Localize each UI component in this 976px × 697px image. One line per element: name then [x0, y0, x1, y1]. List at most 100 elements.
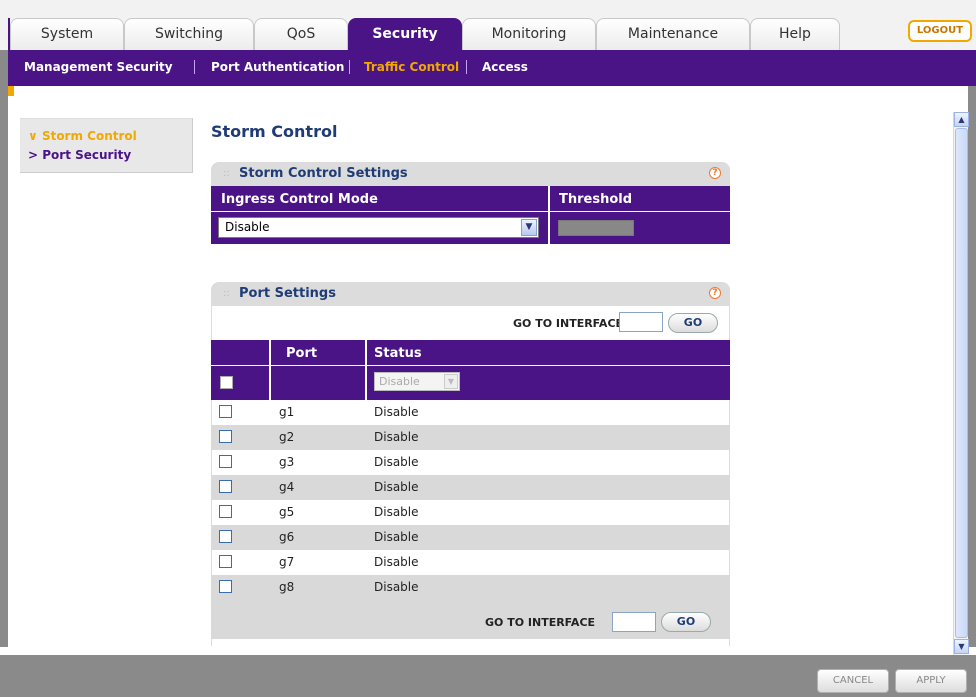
port-status: Disable — [374, 580, 419, 594]
port-status: Disable — [374, 430, 419, 444]
all-ports-status-select[interactable]: Disable ▼ — [374, 372, 460, 391]
row-checkbox[interactable] — [219, 480, 232, 493]
row-checkbox[interactable] — [219, 530, 232, 543]
footer-bar: CANCEL APPLY — [0, 655, 976, 697]
tab-monitoring[interactable]: Monitoring — [462, 18, 596, 50]
chevron-down-icon: ▼ — [444, 374, 458, 389]
table-row[interactable]: g2 Disable — [211, 425, 730, 450]
ingress-mode-select[interactable]: Disable ▼ — [218, 217, 539, 238]
apply-button[interactable]: APPLY — [895, 669, 967, 693]
grip-icon: :: — [223, 288, 230, 299]
port-settings-title: Port Settings — [239, 286, 336, 301]
subnav-separator — [194, 60, 195, 74]
tab-help[interactable]: Help — [750, 18, 840, 50]
subnav-port-authentication[interactable]: Port Authentication — [211, 60, 344, 74]
help-icon[interactable]: ? — [709, 167, 721, 179]
row-divider — [211, 211, 730, 212]
storm-settings-table: Ingress Control Mode Threshold Disable ▼ — [211, 186, 730, 244]
grip-icon: :: — [223, 168, 230, 179]
goto-interface-input[interactable] — [619, 312, 663, 332]
port-name: g5 — [279, 505, 295, 519]
subnav-accent — [8, 86, 14, 96]
table-row[interactable]: g1 Disable — [211, 400, 730, 425]
table-row[interactable]: g3 Disable — [211, 450, 730, 475]
goto-interface-label: GO TO INTERFACE — [485, 616, 596, 629]
subnav-separator — [349, 60, 350, 74]
port-settings-header: :: Port Settings ? — [211, 282, 730, 306]
side-item-label: Port Security — [42, 148, 132, 162]
threshold-input[interactable] — [558, 220, 634, 236]
port-status: Disable — [374, 455, 419, 469]
help-icon[interactable]: ? — [709, 287, 721, 299]
goto-interface-input[interactable] — [612, 612, 656, 632]
sub-navigation: Management Security Port Authentication … — [8, 50, 976, 86]
table-row[interactable]: g5 Disable — [211, 500, 730, 525]
scrollbar-thumb[interactable] — [955, 128, 968, 638]
port-name: g4 — [279, 480, 295, 494]
row-divider — [211, 365, 730, 366]
port-name: g8 — [279, 580, 295, 594]
row-checkbox[interactable] — [219, 405, 232, 418]
table-row[interactable]: g7 Disable — [211, 550, 730, 575]
column-divider — [548, 186, 550, 244]
column-divider — [269, 340, 271, 400]
chevron-right-icon: > — [28, 148, 39, 162]
port-status: Disable — [374, 530, 419, 544]
row-checkbox[interactable] — [219, 555, 232, 568]
row-checkbox[interactable] — [219, 455, 232, 468]
storm-settings-title: Storm Control Settings — [239, 166, 408, 181]
port-name: g7 — [279, 555, 295, 569]
subnav-separator — [466, 60, 467, 74]
column-header-threshold: Threshold — [559, 192, 633, 207]
chevron-down-icon: ∨ — [28, 129, 38, 143]
port-name: g1 — [279, 405, 295, 419]
logout-button[interactable]: LOGOUT — [908, 20, 972, 42]
chevron-down-icon: ▼ — [521, 219, 537, 236]
column-header-status: Status — [374, 346, 422, 361]
row-checkbox[interactable] — [219, 505, 232, 518]
column-header-ingress-mode: Ingress Control Mode — [221, 192, 378, 207]
tab-maintenance[interactable]: Maintenance — [596, 18, 750, 50]
goto-interface-top: GO TO INTERFACE GO — [211, 306, 730, 340]
top-tab-bar: System Switching QoS Security Monitoring… — [0, 0, 976, 50]
side-item-port-security[interactable]: > Port Security — [28, 148, 131, 162]
tab-switching[interactable]: Switching — [124, 18, 254, 50]
column-header-port: Port — [286, 346, 318, 361]
storm-settings-header: :: Storm Control Settings ? — [211, 162, 730, 186]
port-status: Disable — [374, 555, 419, 569]
side-item-storm-control[interactable]: ∨ Storm Control — [28, 129, 137, 143]
cancel-button[interactable]: CANCEL — [817, 669, 889, 693]
port-name: g6 — [279, 530, 295, 544]
page-title: Storm Control — [211, 122, 338, 141]
tab-security[interactable]: Security — [348, 18, 462, 50]
port-name: g3 — [279, 455, 295, 469]
port-table-header: Port Status Disable ▼ — [211, 340, 730, 400]
table-row[interactable]: g4 Disable — [211, 475, 730, 500]
scroll-down-icon[interactable]: ▼ — [954, 639, 969, 654]
scroll-up-icon[interactable]: ▲ — [954, 112, 969, 127]
port-status: Disable — [374, 480, 419, 494]
all-ports-status-value: Disable — [379, 375, 420, 388]
go-button[interactable]: GO — [668, 313, 718, 333]
side-menu: ∨ Storm Control > Port Security — [20, 118, 193, 173]
goto-interface-label: GO TO INTERFACE — [513, 317, 624, 330]
side-item-label: Storm Control — [41, 129, 137, 143]
subnav-traffic-control[interactable]: Traffic Control — [364, 60, 459, 74]
column-divider — [365, 340, 367, 400]
table-row[interactable]: g6 Disable — [211, 525, 730, 550]
right-frame-border — [968, 86, 976, 647]
row-checkbox[interactable] — [219, 430, 232, 443]
subnav-access[interactable]: Access — [482, 60, 528, 74]
ingress-mode-value: Disable — [225, 220, 270, 234]
tab-qos[interactable]: QoS — [254, 18, 348, 50]
row-checkbox[interactable] — [219, 580, 232, 593]
go-button[interactable]: GO — [661, 612, 711, 632]
select-all-checkbox[interactable] — [220, 376, 233, 389]
goto-interface-bottom: GO TO INTERFACE GO — [211, 602, 730, 636]
tab-system[interactable]: System — [10, 18, 124, 50]
vertical-scrollbar[interactable]: ▲ ▼ — [953, 112, 969, 655]
port-status: Disable — [374, 405, 419, 419]
port-name: g2 — [279, 430, 295, 444]
subnav-management-security[interactable]: Management Security — [24, 60, 173, 74]
port-status: Disable — [374, 505, 419, 519]
